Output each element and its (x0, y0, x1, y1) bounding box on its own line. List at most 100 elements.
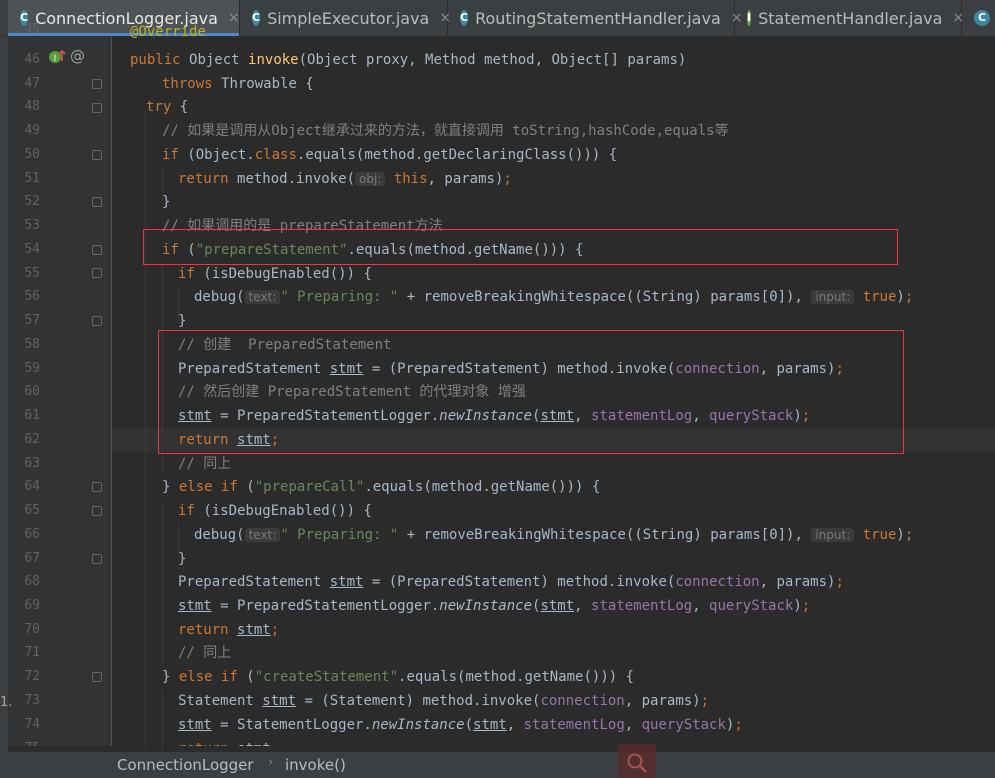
string-literal: "createStatement" (254, 669, 399, 685)
line-number: 73 (24, 693, 40, 708)
line-number: 75 (12, 737, 40, 746)
code-line-48: try { (146, 95, 188, 119)
line-number: 50 (24, 147, 40, 162)
keyword: if (178, 266, 195, 282)
code-line-71: // 同上 (178, 645, 232, 661)
brace: } (162, 669, 179, 685)
highlight-box-condition (143, 229, 898, 265)
tab-label: StatementHandler.java (758, 8, 943, 28)
fold-marker[interactable] (92, 672, 102, 682)
code-line-50: if (Object.class.equals(method.getDeclar… (162, 143, 617, 167)
code-line-72: } else if ("createStatement".equals(meth… (162, 665, 634, 689)
code-text: ( (237, 479, 255, 495)
breadcrumb-separator: › (268, 755, 274, 770)
class-file-icon: C (974, 10, 990, 26)
code-text: ) (896, 527, 905, 543)
params: (Object proxy, Method method, Object[] p… (298, 52, 687, 68)
tab-simpleexecutor[interactable]: C SimpleExecutor.java × (240, 0, 451, 36)
code-text: debug( (194, 527, 245, 543)
fold-marker[interactable] (92, 79, 102, 89)
keyword: class (254, 147, 297, 163)
variable: stmt (178, 717, 212, 733)
line-number: 63 (24, 456, 40, 471)
code-line-74: stmt = StatementLogger.newInstance(stmt,… (178, 713, 743, 737)
fold-marker[interactable] (92, 245, 102, 255)
override-annotation-icon[interactable]: @ (70, 47, 85, 65)
tab-statementhandler[interactable]: I StatementHandler.java × (735, 0, 964, 36)
fold-marker[interactable] (92, 103, 102, 113)
param-hint: input: (811, 290, 855, 304)
semicolon: ; (801, 598, 811, 614)
keyword: if (178, 503, 195, 519)
code-text: .equals(method.getDeclaringClass())) { (296, 147, 618, 163)
code-text: = (PreparedStatement) method.invoke( (363, 574, 676, 590)
keyword: else if (178, 669, 238, 685)
fold-marker[interactable] (92, 554, 102, 564)
param-hint: obj: (355, 172, 386, 186)
string-literal: " Preparing: " (280, 289, 399, 305)
fold-marker[interactable] (92, 506, 102, 516)
fold-marker[interactable] (92, 482, 102, 492)
code-line-70: return stmt; (178, 618, 279, 642)
semicolon: ; (904, 289, 914, 305)
line-number: 60 (24, 384, 40, 399)
line-number: 62 (24, 432, 40, 447)
close-tab-icon[interactable]: × (228, 10, 240, 26)
fold-marker[interactable] (92, 197, 102, 207)
variable: stmt (262, 693, 297, 709)
line-number: 56 (24, 289, 40, 304)
line-number: 74 (24, 717, 40, 732)
fold-marker[interactable] (92, 316, 102, 326)
line-number: 67 (24, 551, 40, 566)
fold-marker[interactable] (92, 150, 102, 160)
param-hint: input: (811, 528, 855, 542)
code-text: .equals(method.getName())) { (364, 479, 601, 495)
indent-guide (162, 690, 163, 750)
keyword: else if (178, 479, 238, 495)
param-hint: text: (244, 528, 281, 542)
code-line-65: if (isDebugEnabled()) { (178, 499, 372, 523)
type: PreparedStatement (178, 574, 330, 590)
line-number: 49 (24, 123, 40, 138)
implements-method-icon[interactable]: I (48, 48, 66, 70)
breadcrumb-class[interactable]: ConnectionLogger (117, 756, 254, 774)
keyword: try (146, 99, 172, 115)
svg-text:I: I (54, 54, 57, 64)
code-line-68: PreparedStatement stmt = (PreparedStatem… (178, 570, 844, 594)
code-text: , params) (759, 574, 836, 590)
semicolon: ; (503, 171, 512, 187)
search-icon (627, 753, 647, 773)
line-number: 51 (24, 171, 40, 186)
code-line-52: } (162, 194, 171, 210)
code-text: = (Statement) method.invoke( (296, 693, 541, 709)
type: Throwable { (221, 76, 314, 92)
indent-guide (145, 110, 146, 750)
code-line-46: public Object invoke(Object proxy, Metho… (130, 48, 686, 72)
code-text: , (506, 717, 524, 733)
string-literal: "prepareCall" (254, 479, 365, 495)
breadcrumb-method[interactable]: invoke() (285, 756, 346, 774)
code-line-69: stmt = PreparedStatementLogger.newInstan… (178, 594, 810, 618)
code-text: = StatementLogger. (211, 717, 372, 733)
fold-marker[interactable] (92, 268, 102, 278)
tab-overflow[interactable]: C (962, 0, 995, 36)
line-number: 52 (24, 194, 40, 209)
code-text: (isDebugEnabled()) { (203, 503, 372, 519)
line-number: 53 (24, 218, 40, 233)
search-button[interactable] (618, 744, 656, 778)
highlight-box-block (158, 330, 904, 454)
brace: } (162, 479, 179, 495)
code-text: ) (793, 598, 802, 614)
string-literal: " Preparing: " (280, 527, 399, 543)
code-line-49: // 如果是调用从Object继承过来的方法，就直接调用 toString,ha… (162, 123, 729, 139)
param-hint: text: (244, 290, 281, 304)
line-number: 55 (24, 266, 40, 281)
annotation: @Override (130, 25, 206, 39)
keyword: this (393, 171, 428, 187)
line-number: 71 (24, 645, 40, 660)
tab-routingstatementhandler[interactable]: C RoutingStatementHandler.java × (448, 0, 743, 36)
code-line-45: @Override (130, 25, 206, 39)
code-text: , (624, 717, 642, 733)
code-line-67: } (178, 551, 187, 567)
line-number: 57 (24, 313, 40, 328)
